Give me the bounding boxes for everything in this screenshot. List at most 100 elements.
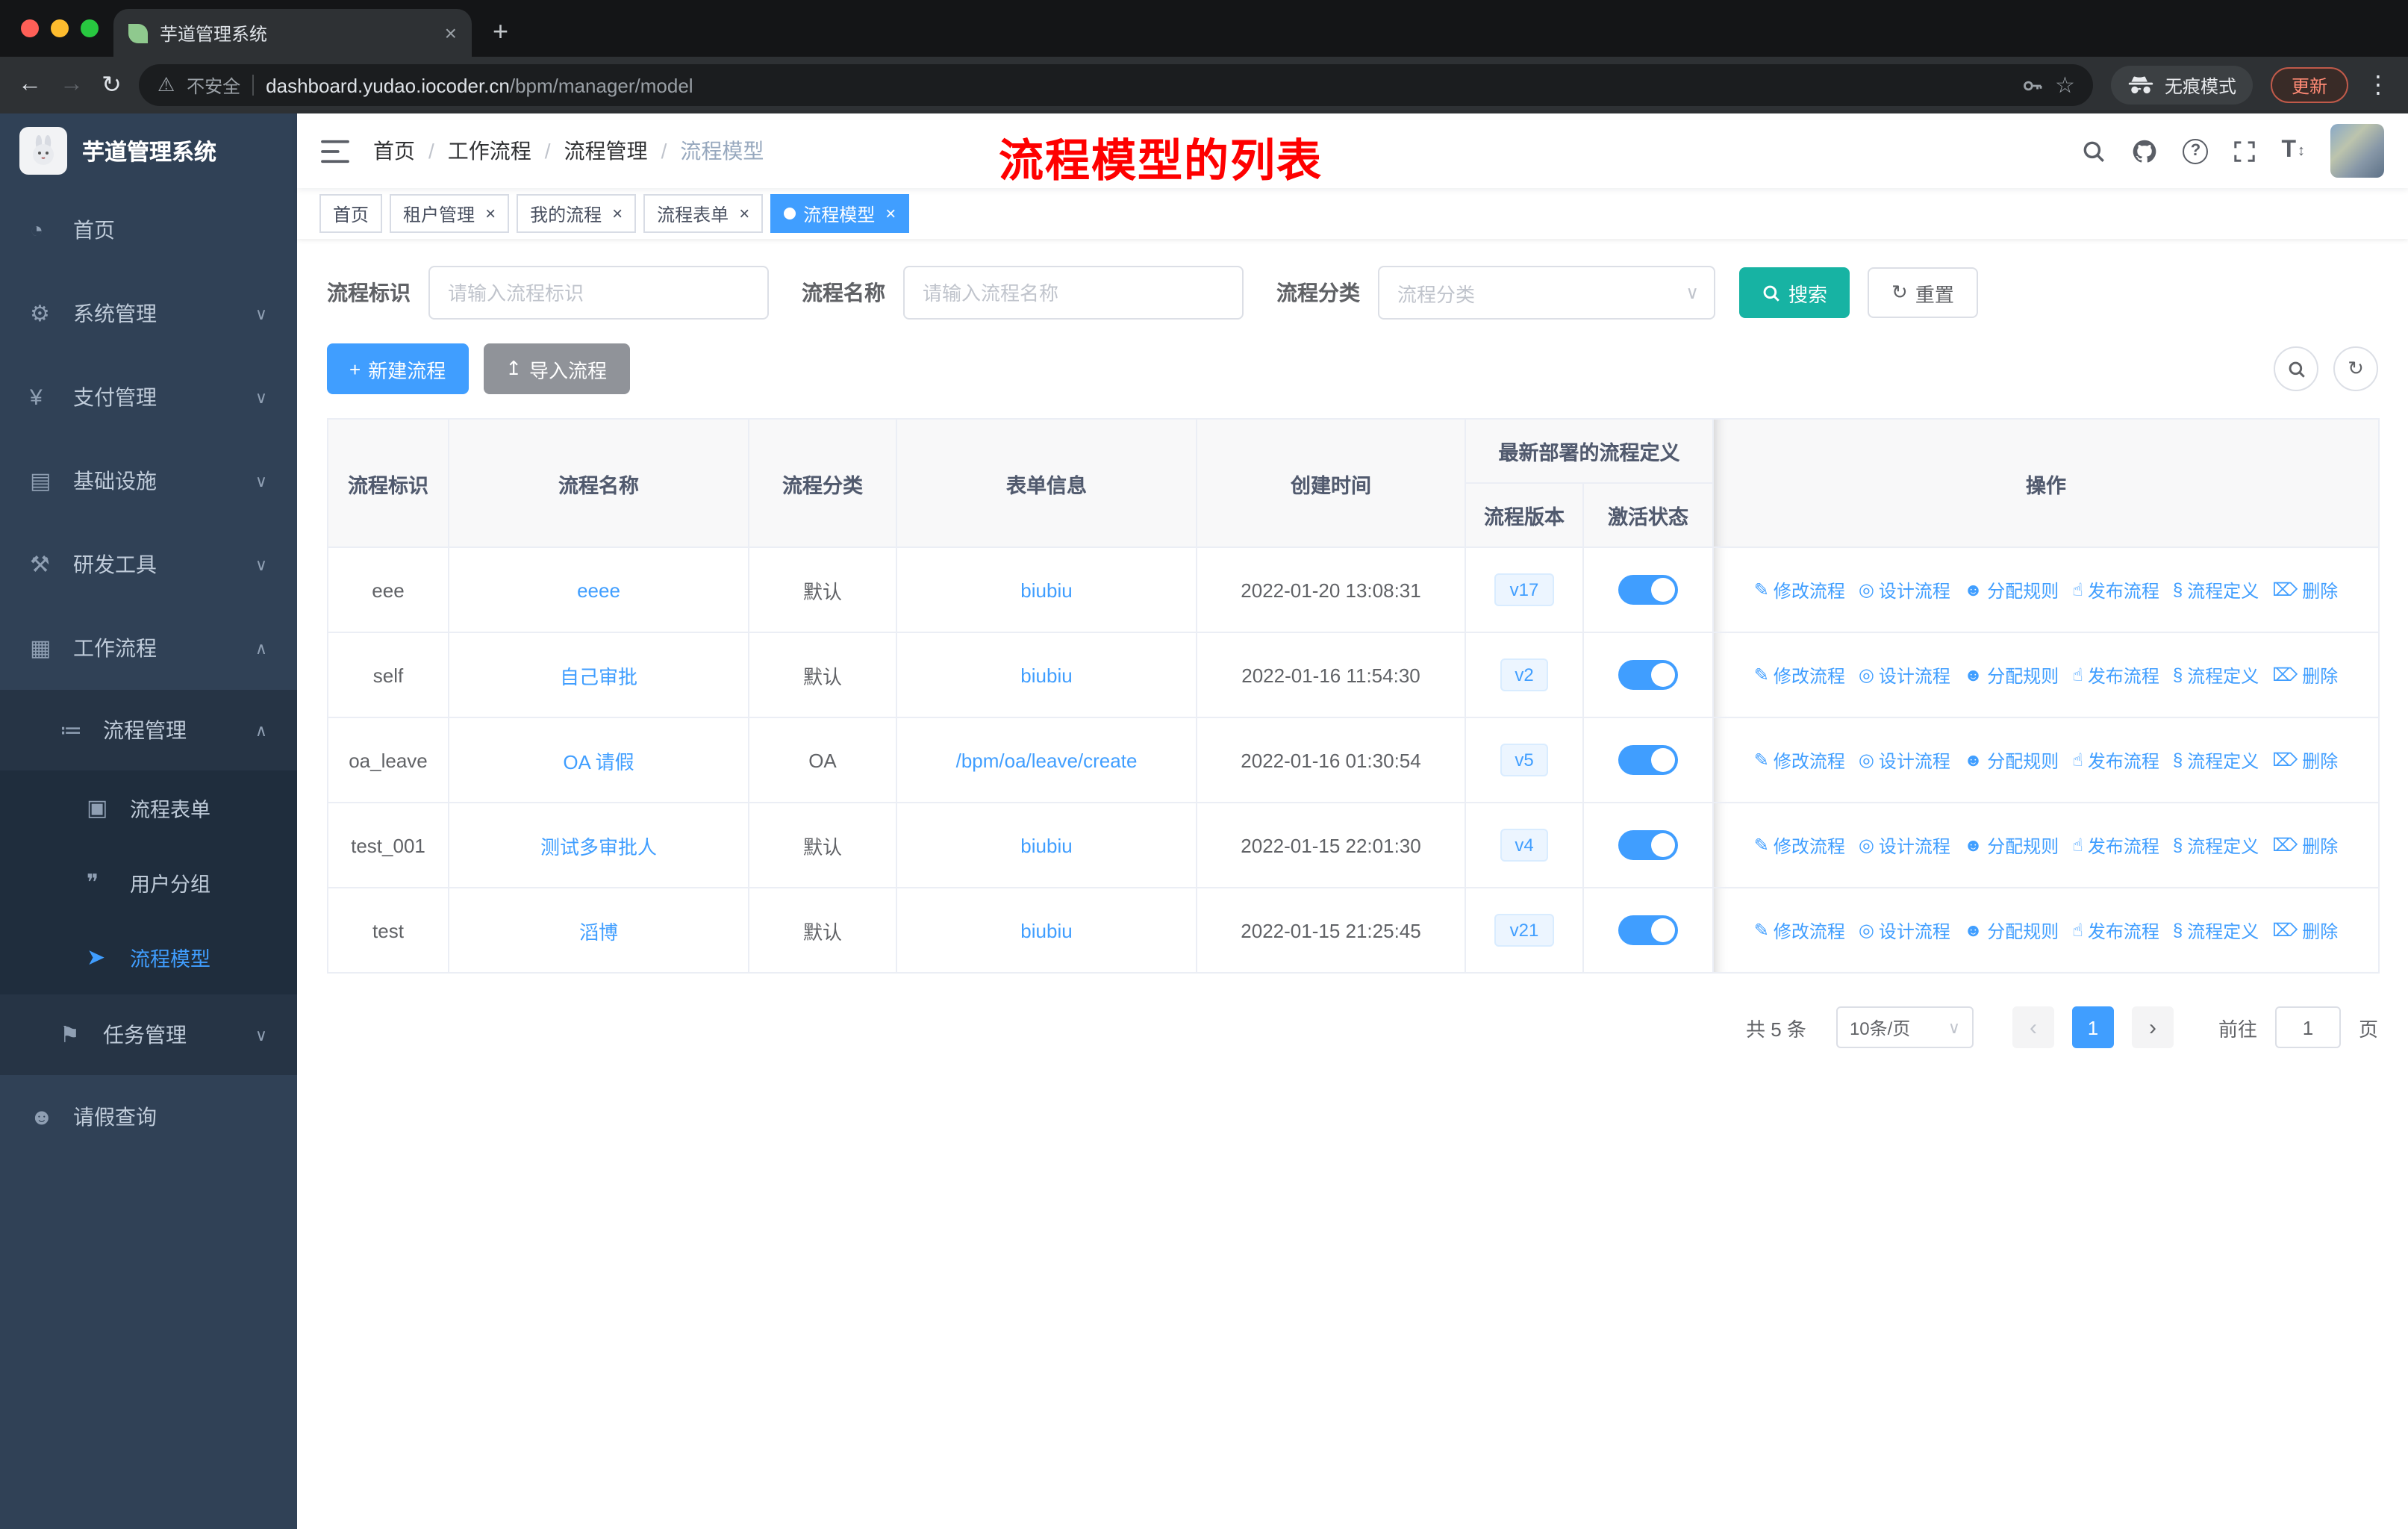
- modify-action[interactable]: ✎ 修改流程: [1754, 747, 1845, 773]
- font-size-icon[interactable]: T ↕: [2281, 137, 2305, 164]
- publish-action[interactable]: ☝ 发布流程: [2072, 662, 2159, 688]
- fullscreen-icon[interactable]: [2233, 140, 2256, 162]
- definition-action[interactable]: § 流程定义: [2173, 747, 2259, 773]
- process-name-link[interactable]: 自己审批: [560, 665, 637, 688]
- delete-action[interactable]: ⌦ 删除: [2272, 832, 2338, 858]
- publish-action[interactable]: ☝ 发布流程: [2072, 577, 2159, 602]
- form-link[interactable]: biubiu: [1020, 834, 1072, 856]
- design-action[interactable]: ◎ 设计流程: [1859, 747, 1950, 773]
- active-toggle[interactable]: [1618, 830, 1678, 860]
- bookmark-star-icon[interactable]: ☆: [2055, 72, 2075, 99]
- security-label[interactable]: 不安全: [187, 72, 240, 98]
- sidebar-item-system-management[interactable]: ⚙ 系统管理 ∨: [0, 272, 297, 355]
- tab-close-icon[interactable]: ×: [445, 21, 457, 45]
- sidebar-item-payment-management[interactable]: ¥ 支付管理 ∨: [0, 355, 297, 439]
- sidebar-item-workflow[interactable]: ▦ 工作流程 ∧: [0, 606, 297, 690]
- active-toggle[interactable]: [1618, 745, 1678, 775]
- create-process-button[interactable]: + 新建流程: [327, 343, 469, 394]
- github-icon[interactable]: [2132, 138, 2157, 164]
- url-bar[interactable]: ⚠ 不安全 dashboard.yudao.iocoder.cn/bpm/man…: [139, 64, 2093, 106]
- reset-button[interactable]: ↻ 重置: [1868, 267, 1978, 318]
- sidebar-item-user-group[interactable]: ❞ 用户分组: [0, 845, 297, 920]
- definition-action[interactable]: § 流程定义: [2173, 918, 2259, 943]
- active-toggle[interactable]: [1618, 575, 1678, 605]
- design-action[interactable]: ◎ 设计流程: [1859, 662, 1950, 688]
- assign-action[interactable]: ☻ 分配规则: [1964, 577, 2059, 602]
- delete-action[interactable]: ⌦ 删除: [2272, 747, 2338, 773]
- refresh-table-button[interactable]: ↻: [2333, 346, 2378, 391]
- close-icon[interactable]: ×: [885, 203, 896, 224]
- browser-menu-icon[interactable]: ⋮: [2366, 70, 2390, 100]
- publish-action[interactable]: ☝ 发布流程: [2072, 918, 2159, 943]
- form-link[interactable]: biubiu: [1020, 579, 1072, 601]
- page-size-select[interactable]: 10条/页 ∨: [1835, 1006, 1974, 1048]
- modify-action[interactable]: ✎ 修改流程: [1754, 577, 1845, 602]
- menu-fold-icon[interactable]: [321, 138, 349, 164]
- reload-icon[interactable]: ↻: [102, 70, 122, 100]
- search-button[interactable]: 搜索: [1739, 267, 1850, 318]
- zoom-window-button[interactable]: [81, 19, 99, 37]
- sidebar-item-process-form[interactable]: ▣ 流程表单: [0, 770, 297, 845]
- close-icon[interactable]: ×: [612, 203, 623, 224]
- process-name-link[interactable]: 测试多审批人: [540, 835, 657, 858]
- sidebar-item-infrastructure[interactable]: ▤ 基础设施 ∨: [0, 439, 297, 523]
- form-link[interactable]: /bpm/oa/leave/create: [956, 749, 1138, 771]
- browser-tab[interactable]: 芋道管理系统 ×: [113, 9, 472, 57]
- assign-action[interactable]: ☻ 分配规则: [1964, 832, 2059, 858]
- sidebar-item-process-model[interactable]: ➤ 流程模型: [0, 920, 297, 994]
- definition-action[interactable]: § 流程定义: [2173, 832, 2259, 858]
- assign-action[interactable]: ☻ 分配规则: [1964, 747, 2059, 773]
- tag-process-model[interactable]: 流程模型 ×: [770, 194, 910, 233]
- modify-action[interactable]: ✎ 修改流程: [1754, 918, 1845, 943]
- sidebar-item-dev-tools[interactable]: ⚒ 研发工具 ∨: [0, 523, 297, 606]
- assign-action[interactable]: ☻ 分配规则: [1964, 662, 2059, 688]
- tag-tenant-management[interactable]: 租户管理 ×: [390, 194, 510, 233]
- tag-my-process[interactable]: 我的流程 ×: [517, 194, 637, 233]
- delete-action[interactable]: ⌦ 删除: [2272, 918, 2338, 943]
- forward-icon[interactable]: →: [60, 72, 84, 99]
- import-process-button[interactable]: ↥ 导入流程: [483, 343, 630, 394]
- process-id-input[interactable]: [428, 266, 769, 320]
- next-page-button[interactable]: ›: [2131, 1006, 2174, 1048]
- design-action[interactable]: ◎ 设计流程: [1859, 918, 1950, 943]
- delete-action[interactable]: ⌦ 删除: [2272, 577, 2338, 602]
- process-name-link[interactable]: eeee: [577, 579, 620, 601]
- design-action[interactable]: ◎ 设计流程: [1859, 577, 1950, 602]
- breadcrumb-item[interactable]: 首页: [373, 136, 448, 166]
- close-icon[interactable]: ×: [739, 203, 749, 224]
- breadcrumb-item[interactable]: 流程管理: [564, 136, 681, 166]
- definition-action[interactable]: § 流程定义: [2173, 577, 2259, 602]
- minimize-window-button[interactable]: [51, 19, 69, 37]
- sidebar-item-home[interactable]: ◔ 首页: [0, 188, 297, 272]
- goto-page-input[interactable]: [2274, 1006, 2341, 1048]
- category-select[interactable]: 流程分类 ∨: [1378, 266, 1715, 320]
- publish-action[interactable]: ☝ 发布流程: [2072, 747, 2159, 773]
- close-icon[interactable]: ×: [485, 203, 496, 224]
- active-toggle[interactable]: [1618, 915, 1678, 945]
- process-name-input[interactable]: [903, 266, 1244, 320]
- update-button[interactable]: 更新: [2270, 67, 2348, 103]
- key-icon[interactable]: [2021, 74, 2043, 96]
- publish-action[interactable]: ☝ 发布流程: [2072, 832, 2159, 858]
- back-icon[interactable]: ←: [18, 72, 42, 99]
- sidebar-item-task-management[interactable]: ⚑ 任务管理 ∨: [0, 994, 297, 1075]
- definition-action[interactable]: § 流程定义: [2173, 662, 2259, 688]
- process-name-link[interactable]: 滔博: [579, 921, 618, 943]
- process-name-link[interactable]: OA 请假: [563, 750, 634, 773]
- sidebar-item-process-management[interactable]: ≔ 流程管理 ∧: [0, 690, 297, 770]
- sidebar-item-leave-query[interactable]: ☻ 请假查询: [0, 1075, 297, 1159]
- user-avatar[interactable]: [2330, 124, 2384, 178]
- help-icon[interactable]: ?: [2183, 138, 2209, 164]
- form-link[interactable]: biubiu: [1020, 664, 1072, 686]
- new-tab-button[interactable]: +: [493, 16, 508, 48]
- prev-page-button[interactable]: ‹: [2012, 1006, 2054, 1048]
- modify-action[interactable]: ✎ 修改流程: [1754, 662, 1845, 688]
- tag-home[interactable]: 首页: [319, 194, 383, 233]
- close-window-button[interactable]: [21, 19, 39, 37]
- search-icon[interactable]: [2081, 138, 2106, 164]
- show-search-button[interactable]: [2274, 346, 2318, 391]
- page-1-button[interactable]: 1: [2071, 1006, 2114, 1048]
- tag-process-form[interactable]: 流程表单 ×: [643, 194, 764, 233]
- assign-action[interactable]: ☻ 分配规则: [1964, 918, 2059, 943]
- modify-action[interactable]: ✎ 修改流程: [1754, 832, 1845, 858]
